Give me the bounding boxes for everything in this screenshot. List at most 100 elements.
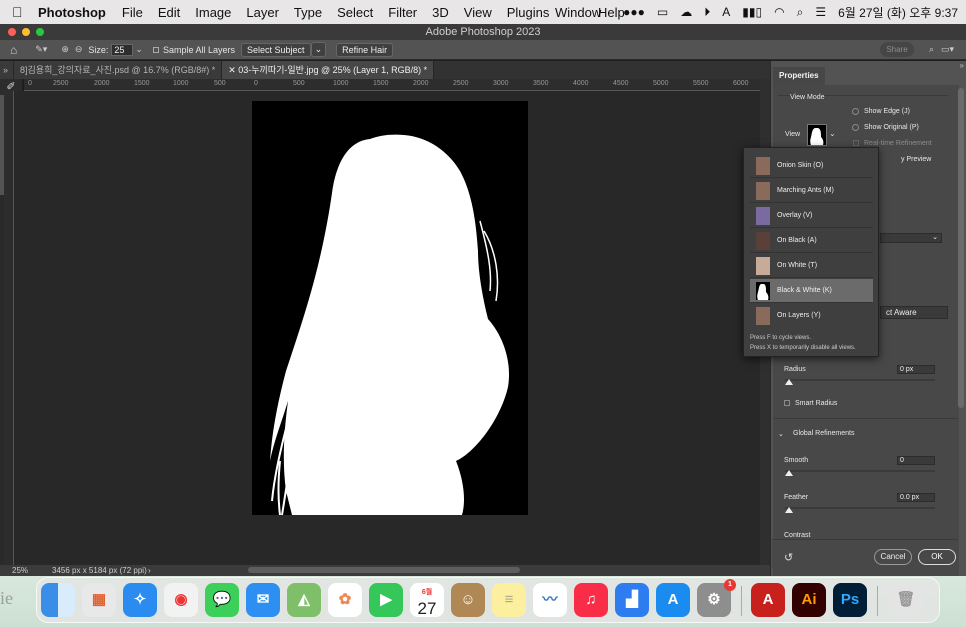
mail-icon[interactable]: ✉: [246, 583, 280, 617]
menu-window[interactable]: Window: [555, 5, 601, 20]
launchpad-icon[interactable]: ▦: [82, 583, 116, 617]
cancel-button[interactable]: Cancel: [874, 549, 912, 565]
menu-image[interactable]: Image: [195, 5, 231, 20]
smooth-input[interactable]: 0: [897, 456, 935, 465]
view-option-on-black[interactable]: On Black (A): [750, 229, 873, 253]
freeform-icon[interactable]: 〰: [533, 583, 567, 617]
select-subject-dropdown-icon[interactable]: ⌄: [310, 42, 327, 57]
music-icon[interactable]: ♫: [574, 583, 608, 617]
object-aware-select[interactable]: ct Aware: [880, 306, 948, 319]
system-settings-icon[interactable]: ⚙ 1: [697, 579, 736, 617]
show-original-radio[interactable]: [852, 124, 859, 131]
wifi-icon[interactable]: ◠: [774, 5, 784, 19]
display-icon[interactable]: ▭: [657, 5, 668, 19]
refine-hair-button[interactable]: Refine Hair: [336, 42, 394, 57]
acrobat-icon[interactable]: A: [751, 583, 785, 617]
app-store-icon[interactable]: A: [656, 583, 690, 617]
panel-collapse-icon[interactable]: »: [960, 61, 964, 70]
sample-all-layers-checkbox[interactable]: [152, 46, 159, 53]
control-center-icon[interactable]: ☰: [815, 5, 826, 19]
maps-icon[interactable]: ◭: [287, 583, 321, 617]
keynote-icon[interactable]: ▟: [615, 583, 649, 617]
horizontal-scrollbar[interactable]: [248, 567, 520, 573]
ok-button[interactable]: OK: [918, 549, 956, 565]
size-dropdown-icon[interactable]: ⌄: [135, 44, 143, 55]
show-edge-radio[interactable]: [852, 108, 859, 115]
apple-icon[interactable]: : [12, 4, 26, 20]
view-option-on-white[interactable]: On White (T): [750, 254, 873, 278]
safari-icon[interactable]: ✧: [123, 583, 157, 617]
menu-app-name[interactable]: Photoshop: [38, 5, 106, 20]
view-option-on-layers[interactable]: On Layers (Y): [750, 304, 873, 328]
global-refinements-heading[interactable]: Global Refinements: [793, 430, 854, 437]
view-thumbnail[interactable]: [807, 124, 827, 146]
global-refinements-chevron-icon[interactable]: ⌄: [778, 430, 784, 438]
properties-scrollbar[interactable]: [958, 88, 964, 408]
minimize-window-button[interactable]: [22, 28, 30, 36]
illustrator-icon[interactable]: Ai: [792, 583, 826, 617]
menu-layer[interactable]: Layer: [246, 5, 279, 20]
tab-close-icon[interactable]: ✕: [228, 65, 238, 75]
canvas-area[interactable]: [14, 91, 760, 565]
feather-input[interactable]: 0.0 px: [897, 493, 935, 502]
dots-icon[interactable]: ●●●: [623, 5, 645, 19]
status-arrow-icon[interactable]: ›: [148, 566, 151, 575]
menu-view[interactable]: View: [464, 5, 492, 20]
finder-icon[interactable]: [41, 583, 75, 617]
reset-icon[interactable]: ↺: [784, 551, 793, 564]
radius-slider-thumb[interactable]: [785, 379, 793, 385]
close-window-button[interactable]: [8, 28, 16, 36]
tab-document-2[interactable]: ✕ 03-누끼따기-일반.jpg @ 25% (Layer 1, RGB/8) …: [222, 61, 435, 79]
menubar-clock[interactable]: 6월 27일 (화) 오후 9:37: [838, 4, 958, 21]
menu-filter[interactable]: Filter: [388, 5, 417, 20]
menu-type[interactable]: Type: [294, 5, 322, 20]
radius-slider[interactable]: [785, 379, 935, 381]
menu-help[interactable]: Help: [598, 5, 625, 20]
feather-slider[interactable]: [785, 507, 935, 509]
smooth-slider[interactable]: [785, 470, 935, 472]
realtime-checkbox[interactable]: [853, 140, 859, 146]
trash-icon[interactable]: 🗑: [889, 583, 923, 617]
menu-file[interactable]: File: [122, 5, 143, 20]
document-canvas[interactable]: [252, 101, 528, 515]
select-subject-button[interactable]: Select Subject: [241, 42, 311, 57]
spotlight-icon[interactable]: ⌕: [797, 5, 804, 20]
brush-preset-icon[interactable]: ✎▾: [35, 44, 47, 55]
view-option-black-white[interactable]: Black & White (K): [750, 279, 873, 303]
size-input[interactable]: [111, 43, 134, 56]
input-source-icon[interactable]: A: [722, 5, 730, 19]
facetime-icon[interactable]: ▶: [369, 583, 403, 617]
share-button[interactable]: Share: [880, 42, 914, 57]
add-mode-icon[interactable]: ⊕: [61, 44, 69, 55]
panel-collapse-icon[interactable]: »: [0, 61, 14, 79]
photoshop-icon[interactable]: Ps: [833, 583, 867, 617]
photos-icon[interactable]: ✿: [328, 583, 362, 617]
smart-radius-checkbox[interactable]: [784, 400, 790, 406]
search-icon[interactable]: ⌕: [929, 44, 934, 55]
messages-icon[interactable]: 💬: [205, 583, 239, 617]
menu-3d[interactable]: 3D: [432, 5, 449, 20]
notes-icon[interactable]: ≡: [492, 583, 526, 617]
view-dropdown-icon[interactable]: ⌄: [829, 129, 836, 138]
radius-input[interactable]: 0 px: [897, 365, 935, 374]
calendar-icon[interactable]: 6월 27: [410, 583, 444, 618]
tab-document-1[interactable]: 8]김용희_강의자료_사진.psd @ 16.7% (RGB/8#) *: [14, 61, 223, 79]
menu-plugins[interactable]: Plugins: [507, 5, 550, 20]
mode-select[interactable]: ⌄: [880, 233, 942, 243]
chrome-icon[interactable]: ◉: [164, 583, 198, 617]
menu-edit[interactable]: Edit: [158, 5, 180, 20]
creative-cloud-icon[interactable]: ☁: [680, 5, 692, 19]
feather-slider-thumb[interactable]: [785, 507, 793, 513]
play-icon[interactable]: ⏵: [704, 5, 710, 20]
smooth-slider-thumb[interactable]: [785, 470, 793, 476]
view-option-overlay[interactable]: Overlay (V): [750, 204, 873, 228]
home-icon[interactable]: ⌂: [10, 43, 17, 57]
zoom-level[interactable]: 25%: [12, 566, 28, 575]
battery-icon[interactable]: ▮▮▯: [742, 5, 762, 19]
zoom-window-button[interactable]: [36, 28, 44, 36]
menu-select[interactable]: Select: [337, 5, 373, 20]
view-option-onion-skin[interactable]: Onion Skin (O): [750, 154, 873, 178]
view-option-marching-ants[interactable]: Marching Ants (M): [750, 179, 873, 203]
subtract-mode-icon[interactable]: ⊖: [75, 44, 83, 55]
contacts-icon[interactable]: ☺: [451, 583, 485, 617]
